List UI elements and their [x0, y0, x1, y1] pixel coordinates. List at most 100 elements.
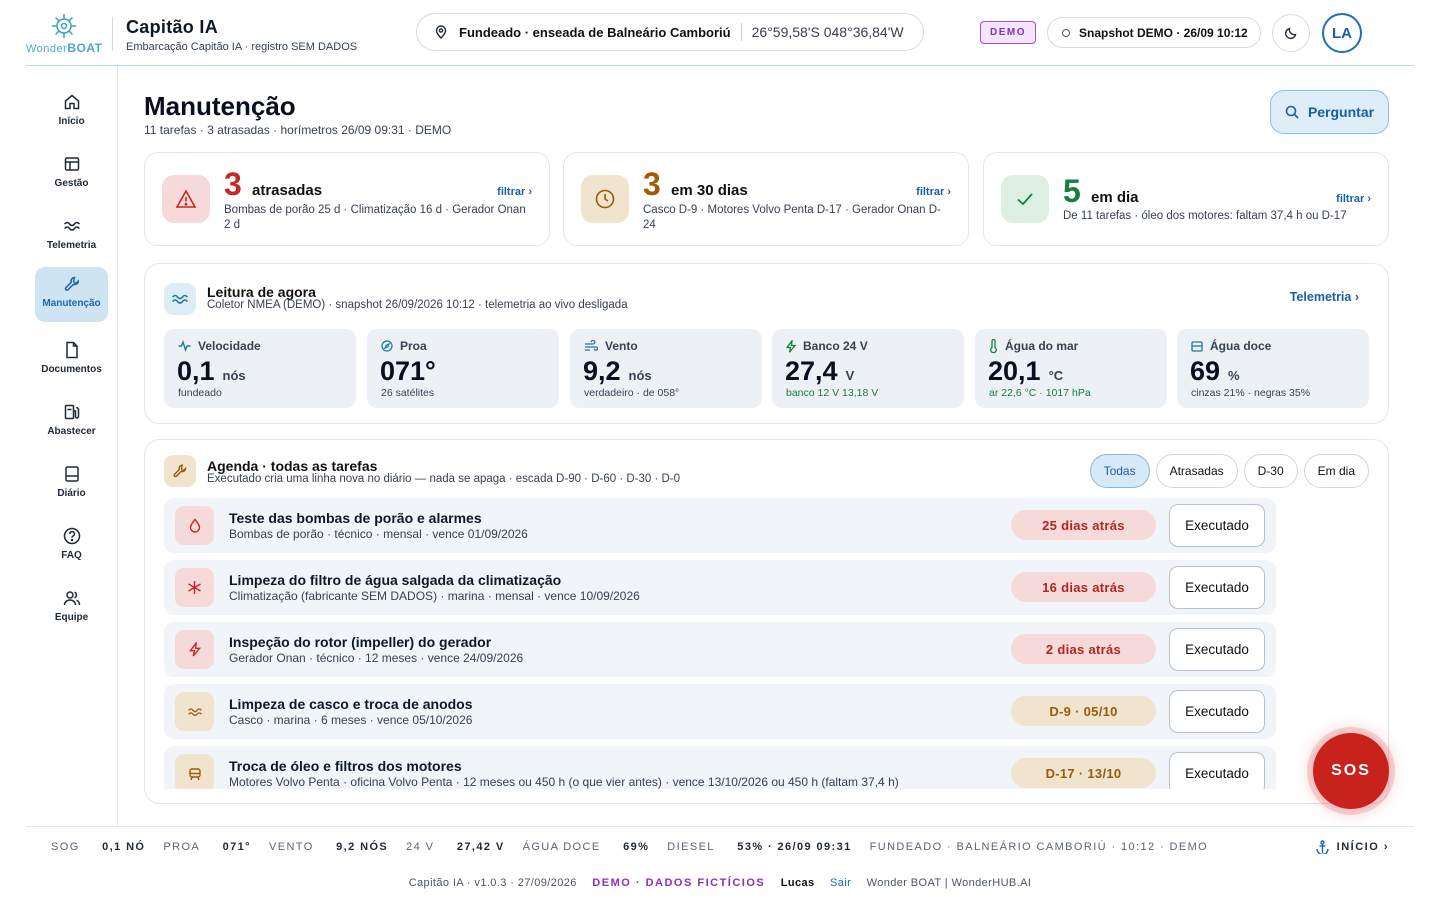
footer-demo: DEMO · DADOS FICTÍCIOS — [592, 877, 766, 889]
ask-button[interactable]: Perguntar — [1270, 90, 1389, 134]
executado-button[interactable]: Executado — [1169, 752, 1265, 789]
tile-unit: °C — [1048, 368, 1064, 383]
warning-icon — [162, 175, 210, 223]
task-title: Limpeza do filtro de água salgada da cli… — [229, 572, 562, 588]
location-divider — [740, 23, 742, 41]
filter-chip-d30[interactable]: D-30 — [1243, 454, 1298, 488]
agenda-subtitle: Executado cria uma linha nova no diário … — [207, 473, 681, 485]
task-title: Teste das bombas de porão e alarmes — [229, 510, 482, 526]
sidebar-item-telemetria[interactable]: Telemetria — [35, 209, 108, 264]
task-meta: Gerador Onan · técnico · 12 meses · venc… — [229, 651, 524, 665]
tile-footnote: fundeado — [178, 387, 222, 399]
bolt-icon — [786, 339, 796, 353]
tile-unit: V — [845, 368, 855, 383]
sidebar-item-label: Gestão — [54, 178, 89, 189]
user-avatar[interactable]: LA — [1322, 13, 1362, 53]
status-readings: SOG 0,1 NÓ PROA 071° VENTO 9,2 NÓS 24 V … — [51, 841, 1226, 853]
tile-unit: nós — [628, 368, 652, 383]
stat-count: 3 — [643, 166, 661, 202]
task-row: Inspeção do rotor (impeller) do gerador … — [164, 622, 1276, 677]
reading-subtitle: Coletor NMEA (DEMO) · snapshot 26/09/202… — [207, 299, 628, 311]
search-icon — [1285, 105, 1299, 119]
tile-value: 0,1 — [177, 356, 215, 386]
status-location: FUNDEADO · BALNEÁRIO CAMBORIÚ · 10:12 · … — [869, 841, 1209, 853]
theme-toggle-button[interactable] — [1272, 14, 1310, 52]
stat-label: em dia — [1091, 189, 1139, 206]
telemetry-link[interactable]: Telemetria › — [1290, 290, 1359, 304]
tile-footnote: verdadeiro · de 058° — [584, 387, 680, 399]
status-item-vento: VENTO 9,2 NÓS — [268, 841, 389, 853]
team-icon — [63, 591, 80, 606]
drop-icon — [175, 506, 214, 545]
task-row: Limpeza do filtro de água salgada da cli… — [164, 560, 1276, 615]
sidebar-item-label: Abastecer — [47, 426, 96, 437]
reading-title: Leitura de agora — [207, 284, 316, 300]
tile-unit: % — [1228, 368, 1240, 383]
executado-button[interactable]: Executado — [1169, 504, 1265, 547]
demo-badge: DEMO — [980, 21, 1036, 44]
filter-link[interactable]: filtrar › — [916, 186, 951, 198]
waves-icon — [164, 283, 196, 315]
sidebar-item-label: Manutenção — [42, 298, 101, 309]
snowflake-icon — [175, 568, 214, 607]
executado-button[interactable]: Executado — [1169, 566, 1265, 609]
snapshot-label: Snapshot DEMO · 26/09 10:12 — [1079, 25, 1248, 40]
compass-icon — [381, 340, 393, 352]
filter-chip-em-dia[interactable]: Em dia — [1303, 454, 1369, 488]
executado-button[interactable]: Executado — [1169, 690, 1265, 733]
stat-card-30-dias: 3 em 30 dias filtrar › Casco D-9 · Motor… — [563, 152, 969, 246]
due-badge: 25 dias atrás — [1011, 510, 1156, 540]
page-subtitle: 11 tarefas · 3 atrasadas · horímetros 26… — [144, 123, 452, 137]
brand: Capitão IA Embarcação Capitão IA · regis… — [126, 17, 357, 53]
stat-detail: De 11 tarefas · óleo dos motores: faltam… — [1063, 210, 1347, 222]
logout-link[interactable]: Sair — [830, 877, 851, 889]
footer: Capitão IA · v1.0.3 · 27/09/2026 DEMO · … — [0, 877, 1440, 889]
filter-link[interactable]: filtrar › — [497, 186, 532, 198]
task-title: Limpeza de casco e troca de anodos — [229, 696, 473, 712]
sos-button[interactable]: SOS — [1313, 733, 1389, 809]
snapshot-pill[interactable]: Snapshot DEMO · 26/09 10:12 — [1047, 17, 1261, 48]
clock-icon — [581, 175, 629, 223]
sidebar-item-label: Início — [58, 116, 85, 127]
tile-value: 27,4 — [785, 356, 838, 386]
task-meta: Casco · marina · 6 meses · vence 05/10/2… — [229, 713, 473, 727]
sidebar-item-equipe[interactable]: Equipe — [35, 581, 108, 636]
thermometer-icon — [990, 339, 997, 353]
stat-label: em 30 dias — [671, 182, 748, 199]
app-title: Capitão IA — [126, 17, 219, 37]
status-item-agua-doce: ÁGUA DOCE 69% — [522, 841, 650, 853]
tile-agua-doce: Água doce 69% cinzas 21% · negras 35% — [1177, 329, 1369, 408]
sidebar-item-manutencao[interactable]: Manutenção — [35, 267, 108, 322]
stat-card-atrasadas: 3 atrasadas filtrar › Bombas de porão 25… — [144, 152, 550, 246]
location-pill[interactable]: Fundeado · enseada de Balneário Camboriú… — [416, 13, 924, 51]
tile-footnote: cinzas 21% · negras 35% — [1191, 387, 1311, 399]
sidebar-item-gestao[interactable]: Gestão — [35, 147, 108, 202]
sidebar-item-inicio[interactable]: Início — [35, 85, 108, 140]
sidebar-item-diario[interactable]: Diário — [35, 457, 108, 512]
sidebar-item-abastecer[interactable]: Abastecer — [35, 395, 108, 450]
sidebar-item-documentos[interactable]: Documentos — [35, 333, 108, 388]
inicio-link[interactable]: INÍCIO › — [1315, 840, 1389, 854]
task-row: Limpeza de casco e troca de anodos Casco… — [164, 684, 1276, 739]
stat-count: 3 — [224, 166, 242, 202]
waves-icon — [63, 221, 80, 231]
filter-chip-todas[interactable]: Todas — [1089, 454, 1150, 488]
filter-link[interactable]: filtrar › — [1336, 193, 1371, 205]
location-pin-icon — [435, 25, 447, 39]
status-item-sog: SOG 0,1 NÓ — [51, 841, 146, 853]
ask-label: Perguntar — [1307, 104, 1375, 120]
tile-footnote: 26 satélites — [381, 387, 435, 399]
tile-unit: nós — [222, 368, 246, 383]
due-badge: 16 dias atrás — [1011, 572, 1156, 602]
app-logo[interactable]: WonderBOAT — [26, 12, 102, 55]
wrench-icon — [64, 276, 79, 291]
filter-chip-atrasadas[interactable]: Atrasadas — [1155, 454, 1238, 488]
stat-detail: Bombas de porão 25 d · Climatização 16 d… — [224, 204, 526, 231]
logo-text: WonderBOAT — [26, 41, 103, 55]
due-badge: D-9 · 05/10 — [1011, 696, 1156, 726]
stat-label: atrasadas — [252, 182, 323, 199]
location-coordinates: 26°59,58'S 048°36,84'W — [751, 24, 904, 40]
executado-button[interactable]: Executado — [1169, 628, 1265, 671]
sidebar-item-faq[interactable]: FAQ — [35, 519, 108, 574]
tile-proa: Proa 071° 26 satélites — [367, 329, 559, 408]
